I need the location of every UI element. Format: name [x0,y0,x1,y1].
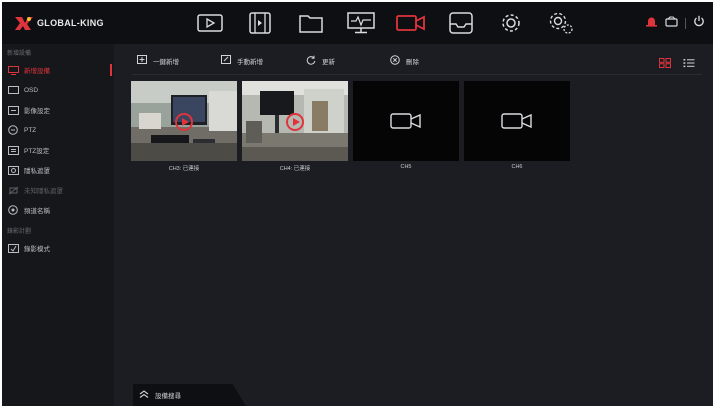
nav-system[interactable] [546,10,576,36]
device-search-tab[interactable]: 設備搜尋 [133,384,246,406]
plus-box-icon [137,55,153,66]
camera-tile-ch3[interactable]: CH3: 已連接 [131,81,237,172]
film-icon [249,12,271,34]
camera-label: CH5 [400,164,412,170]
sidebar-item-ptz[interactable]: PTZ [2,120,114,140]
camera-label: CH3: 已連接 [168,166,200,172]
add-one-click-button[interactable]: 一鍵新增 [137,55,179,66]
grid-icon [659,55,671,72]
camera-label: CH4: 已連接 [279,166,311,172]
list-view-button[interactable] [683,55,695,68]
top-bar: GLOBAL-KING [2,2,713,44]
sidebar-item-label: 頻道名稱 [24,208,50,215]
grid-view-button[interactable] [659,55,671,68]
sidebar-item-label: PTZ [24,126,37,134]
edit-box-icon [221,55,237,66]
camera-preview [464,81,570,161]
camera-tile-ch4[interactable]: CH4: 已連接 [242,81,348,172]
sidebar-item-label: 錄影模式 [24,246,50,253]
camera-tile-ch5[interactable]: CH5 [353,81,459,172]
refresh-icon [306,55,322,67]
disk-icon[interactable] [665,14,678,32]
sidebar-item-record-mode[interactable]: 錄影模式 [2,238,114,258]
divider [685,17,686,29]
sidebar-item-label: 隱私遮罩 [24,168,50,175]
device-toolbar: 一鍵新增 手動新增 更新 刪除 [114,44,713,75]
privacy-mask-icon [7,165,19,175]
sidebar-item-label: 未知隱私遮罩 [24,188,63,195]
camera-icon [396,14,426,32]
camera-tile-ch6[interactable]: CH6 [464,81,570,172]
refresh-label: 更新 [322,59,335,66]
ptz-icon [7,125,19,135]
refresh-button[interactable]: 更新 [306,55,335,67]
add-device-icon [7,65,19,75]
nav-storage[interactable] [446,10,476,36]
add-manual-label: 手動新增 [237,58,263,66]
camera-preview [242,81,348,161]
gear-icon [499,11,523,35]
logo-mark-icon [14,15,34,31]
sidebar-item-osd[interactable]: OSD [2,80,114,100]
unknown-mask-icon [7,185,19,195]
add-one-label: 一鍵新增 [153,58,179,66]
sidebar-item-label: OSD [24,86,39,94]
nav-camera[interactable] [396,10,426,36]
sidebar-item-unknown-mask: 未知隱私遮罩 [2,180,114,200]
camera-label: CH6 [511,164,523,170]
folder-icon [299,13,323,33]
play-icon [175,113,193,131]
sidebar-item-privacy-mask[interactable]: 隱私遮罩 [2,160,114,180]
nav-settings[interactable] [496,10,526,36]
sidebar-item-label: 新增設備 [24,68,50,75]
delete-button[interactable]: 刪除 [390,55,419,67]
alarm-icon[interactable] [645,14,658,32]
nav-playback[interactable] [195,10,225,36]
chevron-up-double-icon [139,390,155,400]
sidebar-section-heading: 新增設備 [7,51,32,57]
sidebar-section-heading: 錄影計劃 [7,229,32,235]
device-search-label: 設備搜尋 [155,393,181,400]
image-settings-icon [7,105,19,115]
sidebar-item-label: 影像設定 [24,108,50,115]
camera-preview [131,81,237,161]
sidebar-item-add-device[interactable]: 新增設備 [2,60,114,80]
system-controls [645,15,705,31]
ptz-settings-icon [7,145,19,155]
record-mode-icon [7,243,19,253]
tray-icon [449,12,473,34]
power-icon[interactable] [693,14,705,32]
brand-name: GLOBAL-KING [37,18,104,28]
nvr-window: GLOBAL-KING 新增設備 新增設備 OSD 影像設定 PTZ PTZ設定… [2,2,713,406]
active-indicator [110,64,112,76]
play-icon [286,113,304,131]
nav-monitor[interactable] [346,10,376,36]
list-icon [683,55,695,72]
toolbar-divider [132,74,702,75]
sidebar: 新增設備 新增設備 OSD 影像設定 PTZ PTZ設定 隱私遮罩 未知隱私遮罩… [2,44,114,406]
sidebar-item-channel-name[interactable]: 頻道名稱 [2,200,114,220]
sidebar-item-label: PTZ設定 [24,148,50,155]
gears-icon [548,11,574,35]
add-manual-button[interactable]: 手動新增 [221,55,263,66]
brand-logo: GLOBAL-KING [14,14,104,32]
monitor-icon [347,12,375,34]
sidebar-item-image-settings[interactable]: 影像設定 [2,100,114,120]
camera-icon [390,112,422,135]
camera-preview [353,81,459,161]
close-circle-icon [390,55,406,67]
nav-video[interactable] [245,10,275,36]
camera-icon [501,112,533,135]
delete-label: 刪除 [406,59,419,66]
osd-icon [7,85,19,95]
channel-name-icon [7,205,19,215]
sidebar-item-ptz-settings[interactable]: PTZ設定 [2,140,114,160]
play-icon [197,14,223,32]
nav-files[interactable] [296,10,326,36]
